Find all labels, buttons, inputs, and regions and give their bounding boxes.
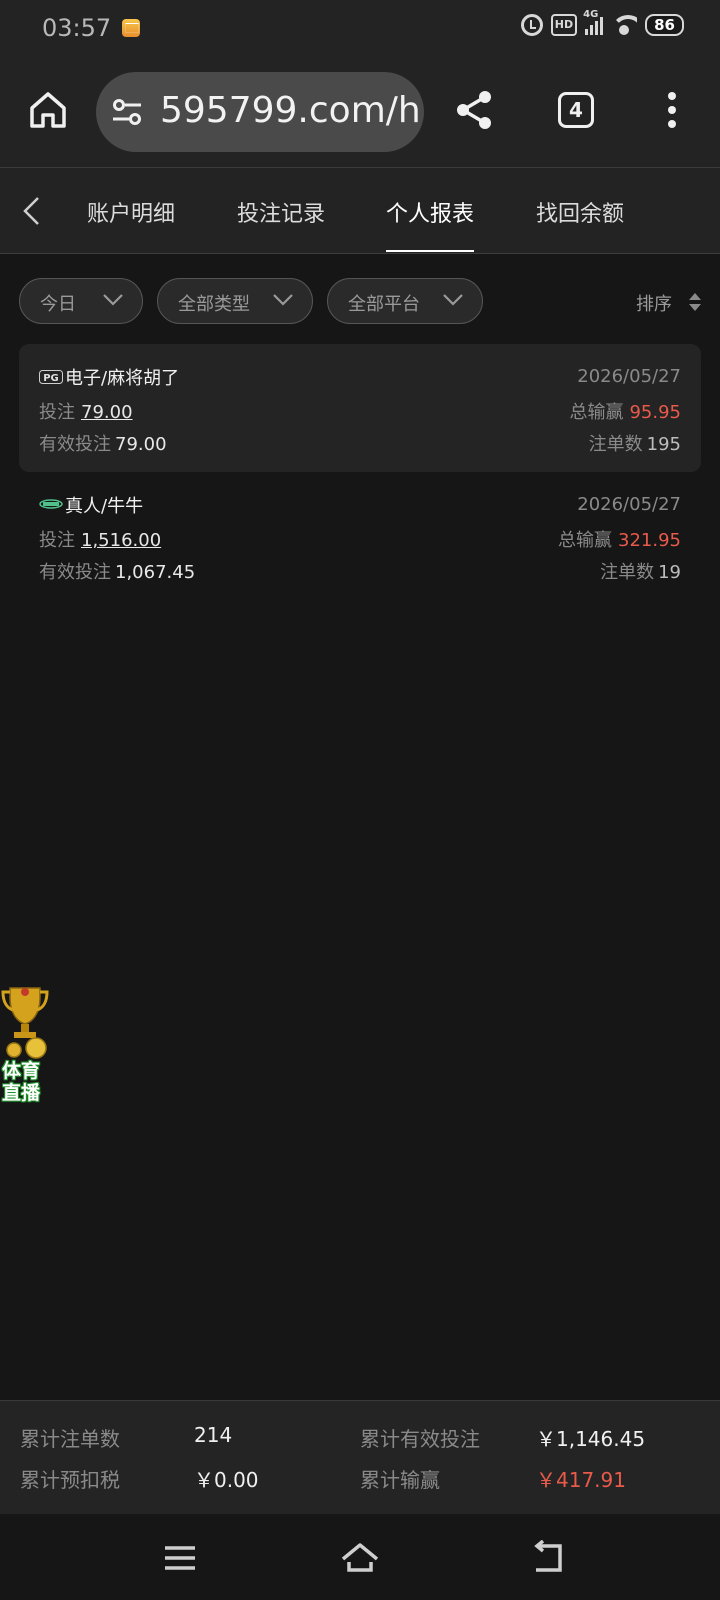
mail-notification-icon [122, 19, 140, 37]
record-valid-bet: 有效投注 1,067.45 [39, 562, 196, 583]
platform-filter-label: 全部平台 [348, 294, 420, 315]
report-record[interactable]: PG 电子/麻将胡了 2026/05/27 投注 79.00 总输赢 95.95 有… [19, 344, 701, 472]
date-filter-dropdown[interactable]: 今日 [19, 278, 143, 324]
live-dealer-logo-icon [39, 499, 63, 509]
hd-badge: HD [550, 14, 578, 36]
summary-panel: 累计注单数 214 累计有效投注 ￥1,146.45 累计预扣税 ￥0.00 累… [0, 1400, 720, 1514]
svg-text:PG: PG [43, 373, 59, 384]
order-count: 195 [646, 434, 681, 455]
total-valid-bet-value: ￥1,146.45 [536, 1427, 646, 1451]
total-win-loss-label: 累计输赢 [360, 1468, 440, 1492]
back-chevron-icon[interactable] [18, 194, 46, 228]
record-date: 2026/05/27 [577, 366, 681, 387]
bet-amount-link[interactable]: 79.00 [81, 402, 133, 423]
status-icons: HD 4G 86 [520, 9, 684, 36]
record-title: 电子/麻将胡了 [65, 368, 180, 389]
record-order-count: 注单数 195 [588, 434, 681, 455]
sort-arrows-icon[interactable] [688, 292, 702, 312]
browser-home-icon[interactable] [26, 88, 70, 132]
tab-bet-records[interactable]: 投注记录 [237, 196, 325, 252]
report-tabs: 账户明细 投注记录 个人报表 找回余额 [0, 168, 720, 254]
platform-filter-dropdown[interactable]: 全部平台 [327, 278, 483, 324]
chevron-down-icon [273, 294, 293, 306]
tab-label: 个人报表 [386, 202, 475, 227]
wifi-icon [611, 15, 638, 35]
browser-toolbar: 595799.com/h 4 [0, 58, 720, 168]
type-filter-dropdown[interactable]: 全部类型 [157, 278, 313, 324]
record-valid-bet: 有效投注 79.00 [39, 434, 167, 455]
system-home-icon[interactable] [340, 1540, 380, 1576]
network-type: 4G [583, 9, 599, 20]
status-bar: 03:57 HD 4G 86 [0, 0, 720, 58]
sports-live-label: 体育 直播 [2, 1060, 41, 1104]
active-tab-indicator [386, 250, 475, 252]
total-tax-label: 累计预扣税 [20, 1468, 120, 1492]
type-filter-label: 全部类型 [178, 294, 250, 315]
more-menu-icon[interactable] [660, 88, 684, 132]
recent-apps-icon[interactable] [160, 1540, 200, 1576]
tab-switcher-button[interactable]: 4 [558, 92, 594, 128]
total-tax-value: ￥0.00 [194, 1468, 259, 1492]
sort-button[interactable]: 排序 [636, 290, 672, 316]
date-filter-label: 今日 [40, 294, 76, 315]
status-time: 03:57 [42, 14, 112, 42]
site-settings-icon[interactable] [112, 98, 142, 126]
share-icon[interactable] [452, 88, 496, 132]
valid-amount: 79.00 [115, 434, 167, 455]
system-navigation-bar [0, 1514, 720, 1600]
tab-personal-report[interactable]: 个人报表 [386, 196, 475, 252]
battery-indicator: 86 [645, 14, 684, 36]
total-orders-label: 累计注单数 [20, 1427, 120, 1451]
signal-icon: 4G [583, 9, 604, 35]
pg-logo-icon: PG [39, 370, 63, 384]
url-text[interactable]: 595799.com/h [160, 90, 421, 131]
record-bet: 投注 1,516.00 [39, 530, 162, 551]
valid-amount: 1,067.45 [115, 562, 196, 583]
chevron-down-icon [103, 294, 123, 306]
tab-account-details[interactable]: 账户明细 [87, 196, 175, 252]
total-win-loss-value: ￥417.91 [536, 1468, 626, 1492]
tab-label: 账户明细 [87, 202, 176, 227]
record-bet: 投注 79.00 [39, 402, 133, 423]
sports-live-widget[interactable]: 体育 直播 [0, 984, 50, 1104]
tab-label: 投注记录 [237, 202, 326, 227]
alarm-icon [520, 14, 543, 36]
bet-amount-link[interactable]: 1,516.00 [81, 530, 161, 551]
record-win-loss: 总输赢 95.95 [569, 402, 681, 423]
record-title: 真人/牛牛 [65, 496, 144, 517]
record-order-count: 注单数 19 [600, 562, 681, 583]
tab-recover-balance[interactable]: 找回余额 [536, 196, 624, 252]
system-back-icon[interactable] [530, 1540, 570, 1576]
record-win-loss: 总输赢 321.95 [558, 530, 681, 551]
win-amount: 95.95 [629, 402, 681, 423]
total-valid-bet-label: 累计有效投注 [360, 1427, 480, 1451]
chevron-down-icon [443, 294, 463, 306]
total-orders-value: 214 [194, 1423, 233, 1447]
record-date: 2026/05/27 [577, 494, 681, 515]
trophy-icon [1, 987, 49, 1059]
report-record[interactable]: 真人/牛牛 2026/05/27 投注 1,516.00 总输赢 321.95 有效… [19, 472, 701, 600]
win-amount: 321.95 [618, 530, 681, 551]
address-bar[interactable]: 595799.com/h [96, 72, 424, 152]
order-count: 19 [658, 562, 681, 583]
tab-label: 找回余额 [536, 202, 625, 227]
